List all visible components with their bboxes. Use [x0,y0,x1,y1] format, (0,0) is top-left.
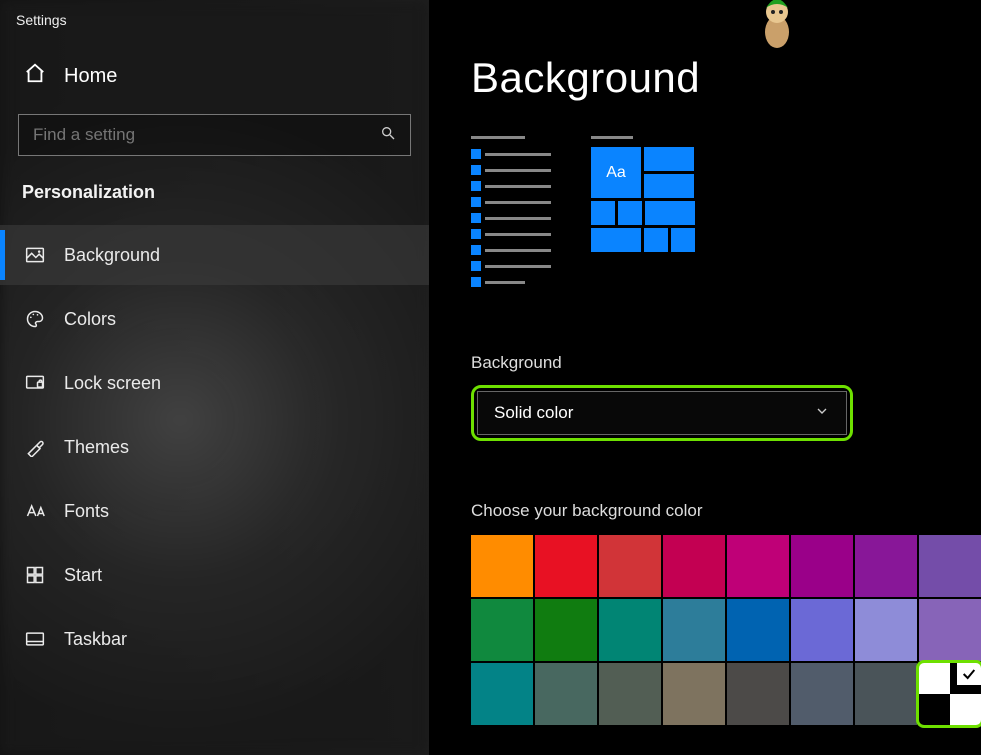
picture-icon [24,245,46,265]
sidebar-item-taskbar[interactable]: Taskbar [0,609,429,669]
background-dropdown[interactable]: Solid color [477,391,847,435]
color-swatch[interactable] [535,663,597,725]
color-swatch[interactable] [535,599,597,661]
sidebar-item-label: Colors [64,309,116,330]
sidebar-item-start[interactable]: Start [0,545,429,605]
color-swatch[interactable] [535,535,597,597]
sidebar-item-label: Background [64,245,160,266]
main-content: Background Aa [429,0,981,755]
chevron-down-icon [814,403,830,424]
check-icon [957,663,981,685]
color-swatch[interactable] [727,663,789,725]
nav-home[interactable]: Home [0,48,429,114]
color-swatch[interactable] [855,535,917,597]
sidebar-item-label: Fonts [64,501,109,522]
annotation-highlight-1: Solid color [471,385,853,441]
color-swatch[interactable] [791,663,853,725]
sidebar-item-label: Themes [64,437,129,458]
sidebar-item-background[interactable]: Background [0,225,429,285]
color-swatch[interactable] [727,599,789,661]
lockscreen-icon [24,373,46,393]
home-icon [24,62,46,90]
sidebar: Settings Home Personalization Background [0,0,429,755]
color-swatch[interactable] [599,599,661,661]
color-swatch[interactable] [663,663,725,725]
color-swatch[interactable] [599,663,661,725]
themes-icon [24,437,46,457]
sidebar-item-label: Lock screen [64,373,161,394]
mascot-icon [754,0,800,61]
nav-home-label: Home [64,65,117,88]
color-swatch[interactable] [471,663,533,725]
color-swatch-selected[interactable] [919,663,981,725]
color-swatch[interactable] [471,599,533,661]
color-swatch[interactable] [791,535,853,597]
sidebar-item-fonts[interactable]: Fonts [0,481,429,541]
window-title: Settings [0,6,429,48]
taskbar-icon [24,629,46,649]
color-swatch[interactable] [855,599,917,661]
color-swatch[interactable] [919,535,981,597]
color-swatch[interactable] [663,535,725,597]
color-swatch[interactable] [791,599,853,661]
color-swatch[interactable] [919,599,981,661]
background-field-label: Background [471,353,981,373]
color-swatch[interactable] [471,535,533,597]
color-swatch[interactable] [855,663,917,725]
theme-preview: Aa [471,136,981,293]
start-icon [24,565,46,585]
palette-icon [24,309,46,329]
sidebar-section-title: Personalization [0,182,429,225]
color-swatch[interactable] [663,599,725,661]
sidebar-item-lockscreen[interactable]: Lock screen [0,353,429,413]
sidebar-item-label: Start [64,565,102,586]
sidebar-item-colors[interactable]: Colors [0,289,429,349]
choose-color-label: Choose your background color [471,501,981,521]
background-dropdown-value: Solid color [494,403,573,423]
preview-settings-thumb [471,136,551,293]
sidebar-item-themes[interactable]: Themes [0,417,429,477]
page-title: Background [471,54,981,102]
search-input[interactable] [33,125,342,145]
color-swatch[interactable] [599,535,661,597]
preview-start-thumb: Aa [591,136,711,293]
sidebar-item-label: Taskbar [64,629,127,650]
search-icon [380,125,396,146]
color-grid [471,535,981,725]
color-swatch[interactable] [727,535,789,597]
preview-sample-text: Aa [591,147,641,198]
fonts-icon [24,501,46,521]
search-field[interactable] [18,114,411,156]
